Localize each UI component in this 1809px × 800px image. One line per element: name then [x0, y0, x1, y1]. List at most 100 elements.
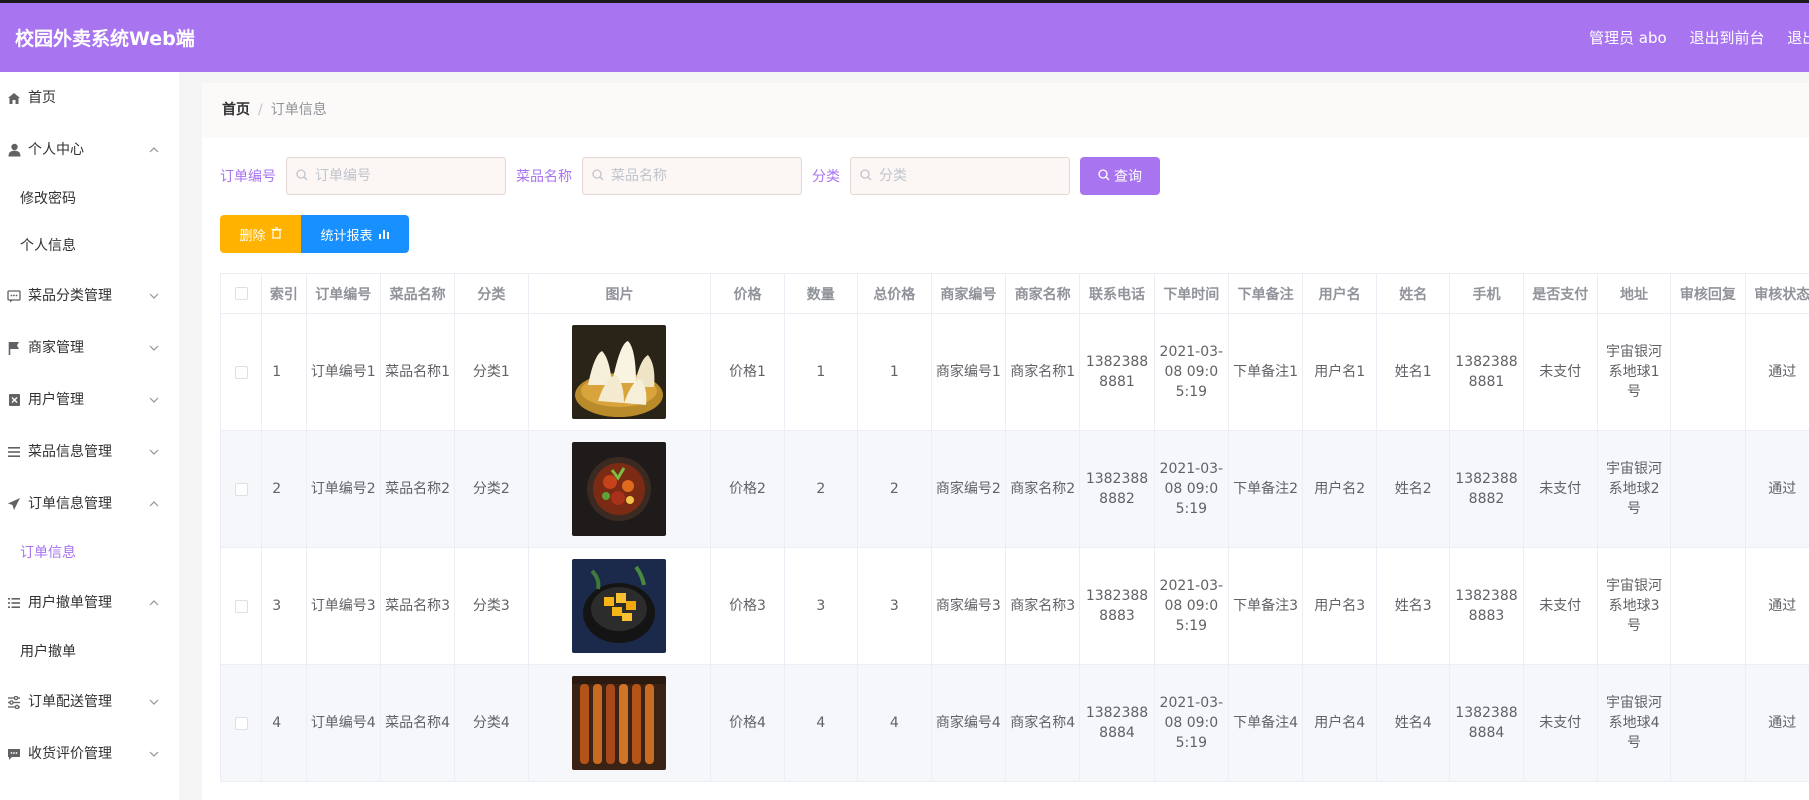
chevron-down-icon: [149, 374, 159, 426]
submenu-item[interactable]: 订单信息: [0, 530, 179, 577]
cell-address: 宇宙银河系地球4号: [1596, 664, 1672, 782]
dish-image: [572, 442, 667, 536]
cell-phone: 13823888883: [1079, 547, 1155, 665]
column-header: 数量: [783, 273, 858, 314]
cell-merchant-name: 商家名称1: [1005, 313, 1081, 431]
row-checkbox-cell[interactable]: [220, 664, 263, 782]
checkbox[interactable]: [234, 287, 248, 300]
cell-reply: [1670, 430, 1746, 548]
sidebar-item-home[interactable]: 首页: [0, 72, 179, 124]
cell-status: 通过: [1744, 547, 1809, 665]
column-header: 下单时间: [1153, 273, 1229, 314]
submenu-item[interactable]: 修改密码: [0, 176, 179, 223]
sidebar-item-delivery[interactable]: 订单配送管理: [0, 676, 179, 728]
sidebar-item-user[interactable]: 用户管理: [0, 374, 179, 426]
chevron-down-icon: [149, 426, 159, 478]
cell-price: 价格1: [710, 313, 785, 431]
cell-qty: 4: [783, 664, 858, 782]
row-checkbox-cell[interactable]: [220, 547, 263, 665]
home-icon: [6, 90, 22, 106]
sidebar-item-cancel[interactable]: 用户撤单管理: [0, 577, 179, 629]
sidebar-item-merchant[interactable]: 商家管理: [0, 322, 179, 374]
stats-report-button[interactable]: 统计报表: [301, 215, 409, 253]
cell-category: 分类1: [454, 313, 529, 431]
query-button[interactable]: 查询: [1080, 157, 1160, 195]
checkbox[interactable]: [234, 716, 248, 730]
operation-icon: [6, 694, 22, 710]
sidebar-item-label: 用户管理: [28, 392, 84, 408]
checkbox[interactable]: [234, 599, 248, 613]
cell-time: 2021-03-08 09:05:19: [1153, 430, 1229, 548]
cell-merchant-name: 商家名称4: [1005, 664, 1081, 782]
chevron-up-icon: [149, 577, 159, 629]
sidebar-item-order[interactable]: 订单信息管理: [0, 478, 179, 530]
checkbox[interactable]: [234, 365, 248, 379]
checkbox[interactable]: [234, 482, 248, 496]
logout-link[interactable]: 退出登录: [1787, 29, 1809, 47]
app-title: 校园外卖系统Web端: [15, 28, 195, 50]
row-checkbox-cell[interactable]: [220, 313, 263, 431]
cell-status: 通过: [1744, 664, 1809, 782]
top-right-links: 管理员 abo 退出到前台 退出登录: [1589, 27, 1809, 48]
sidebar-item-label: 商家管理: [28, 340, 84, 356]
search-bar: 订单编号 菜品名称 分类 查询: [220, 157, 1160, 195]
sidebar-item-dish-info[interactable]: 菜品信息管理: [0, 426, 179, 478]
sidebar-item-personal[interactable]: 个人中心: [0, 124, 179, 176]
chat-icon: [6, 288, 22, 304]
column-header: 订单编号: [305, 273, 381, 314]
table-row[interactable]: 3 订单编号3 菜品名称3 分类3 价格3 3 3 商家编号3 商家名称3 13823888883…: [220, 547, 1809, 665]
table-row[interactable]: 4 订单编号4 菜品名称4 分类4 价格4 4 4 商家编号4 商家名称4 13823888884…: [220, 664, 1809, 782]
stats-label: 统计报表: [320, 227, 373, 243]
cell-order-no: 订单编号2: [305, 430, 381, 548]
cell-name: 姓名3: [1376, 547, 1451, 665]
sidebar-item-label: 用户撤单管理: [28, 595, 112, 611]
select-all-checkbox[interactable]: [220, 273, 263, 314]
order-no-input[interactable]: [315, 158, 500, 194]
dish-image: [572, 676, 667, 770]
cell-total: 3: [856, 547, 932, 665]
category-label: 分类: [812, 169, 840, 185]
column-header: 手机: [1449, 273, 1524, 314]
row-index: 2: [261, 430, 307, 548]
dish-name-input[interactable]: [611, 158, 796, 194]
cell-price: 价格2: [710, 430, 785, 548]
table-row[interactable]: 1 订单编号1 菜品名称1 分类1 价格1 1 1 商家编号1 商家名称1 13823888881…: [220, 313, 1809, 431]
cell-mobile: 13823888884: [1449, 664, 1524, 782]
category-input[interactable]: [879, 158, 1064, 194]
breadcrumb-separator: /: [258, 102, 263, 118]
sidebar-item-dish-cat[interactable]: 菜品分类管理: [0, 270, 179, 322]
cell-status: 通过: [1744, 313, 1809, 431]
table-body: 1 订单编号1 菜品名称1 分类1 价格1 1 1 商家编号1 商家名称1 13823888881…: [220, 313, 1809, 782]
cell-dish: 菜品名称4: [379, 664, 456, 782]
column-header: 审核回复: [1670, 273, 1746, 314]
dish-image-cell: [527, 664, 712, 782]
cell-remark: 下单备注4: [1227, 664, 1304, 782]
cell-dish: 菜品名称3: [379, 547, 456, 665]
submenu-item[interactable]: 用户撤单: [0, 629, 179, 676]
cell-merchant-no: 商家编号4: [930, 664, 1007, 782]
delete-box-icon: [6, 392, 22, 408]
cell-mobile: 13823888883: [1449, 547, 1524, 665]
exit-to-front-link[interactable]: 退出到前台: [1689, 29, 1764, 47]
breadcrumb-home[interactable]: 首页: [222, 102, 250, 118]
cell-merchant-no: 商家编号1: [930, 313, 1007, 431]
delete-button[interactable]: 删除: [220, 215, 301, 253]
sidebar-item-review[interactable]: 收货评价管理: [0, 728, 179, 780]
main-content: 首页 / 订单信息 订单编号 菜品名称 分类 查询 删除 统计报表: [202, 83, 1809, 800]
sidebar-item-label: 收货评价管理: [28, 746, 112, 762]
dish-image-cell: [527, 313, 712, 431]
flag-icon: [6, 340, 22, 356]
search-icon: [1098, 168, 1110, 184]
search-icon: [296, 169, 308, 185]
column-header: 价格: [710, 273, 785, 314]
row-checkbox-cell[interactable]: [220, 430, 263, 548]
cell-qty: 1: [783, 313, 858, 431]
cell-merchant-no: 商家编号3: [930, 547, 1007, 665]
cell-dish: 菜品名称1: [379, 313, 456, 431]
table-row[interactable]: 2 订单编号2 菜品名称2 分类2 价格2 2 2 商家编号2 商家名称2 13823888882…: [220, 430, 1809, 548]
user-icon: [6, 142, 22, 158]
submenu-item[interactable]: 个人信息: [0, 223, 179, 270]
row-index: 3: [261, 547, 307, 665]
sidebar-item-label: 个人中心: [28, 142, 84, 158]
cell-merchant-no: 商家编号2: [930, 430, 1007, 548]
